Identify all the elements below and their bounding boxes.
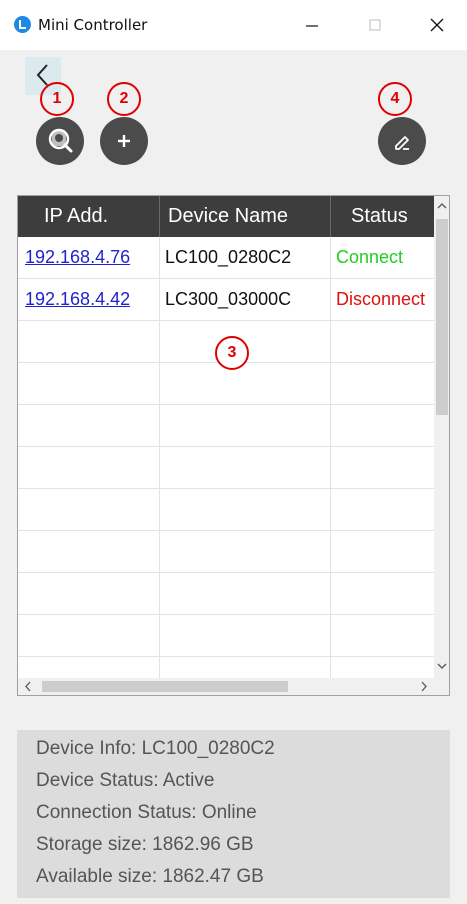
available-size-text: Available size: 1862.47 GB <box>36 866 264 887</box>
minimize-icon <box>306 25 318 27</box>
device-status-text: Device Status: Active <box>36 770 215 791</box>
status-cell: Disconnect <box>336 289 426 309</box>
app-logo-icon <box>14 16 31 33</box>
title-bar: Mini Controller <box>0 0 467 50</box>
column-line <box>159 237 160 678</box>
connection-status-text: Connection Status: Online <box>36 802 257 823</box>
device-name-cell: LC100_0280C2 <box>165 247 292 267</box>
scroll-up-icon[interactable] <box>434 198 450 214</box>
ip-link[interactable]: 192.168.4.76 <box>25 237 159 278</box>
empty-table-row[interactable] <box>18 405 435 447</box>
device-grid: IP Add. Device Name Status 192.168.4.76 … <box>18 196 435 678</box>
window-title: Mini Controller <box>38 16 148 34</box>
scroll-down-icon[interactable] <box>434 658 450 674</box>
annotation-badge-1: 1 <box>40 82 74 116</box>
edit-button[interactable] <box>378 117 426 165</box>
maximize-icon <box>369 19 381 31</box>
close-icon <box>430 18 444 32</box>
vertical-scroll-thumb[interactable] <box>436 219 448 415</box>
status-cell: Connect <box>336 247 404 267</box>
empty-table-row[interactable] <box>18 489 435 531</box>
device-name-cell: LC300_03000C <box>165 289 292 309</box>
close-button[interactable] <box>414 0 460 50</box>
pencil-icon <box>395 136 409 150</box>
add-device-button[interactable] <box>100 117 148 165</box>
plus-icon <box>118 135 130 147</box>
minimize-button[interactable] <box>289 0 335 50</box>
empty-table-row[interactable] <box>18 573 435 615</box>
scroll-left-icon[interactable] <box>20 678 36 695</box>
scrollbar-corner <box>434 678 449 695</box>
vertical-scrollbar[interactable] <box>434 196 450 678</box>
column-header-status[interactable]: Status <box>331 196 435 237</box>
device-info-panel: Device Info: LC100_0280C2 Device Status:… <box>17 730 450 898</box>
maximize-button[interactable] <box>352 0 398 50</box>
ip-link[interactable]: 192.168.4.42 <box>25 279 159 320</box>
annotation-badge-4: 4 <box>378 82 412 116</box>
search-device-button[interactable] <box>36 117 84 165</box>
horizontal-scroll-thumb[interactable] <box>42 681 288 692</box>
empty-table-row[interactable] <box>18 531 435 573</box>
device-info-text: Device Info: LC100_0280C2 <box>36 738 275 759</box>
scroll-right-icon[interactable] <box>416 678 432 695</box>
column-header-device-name[interactable]: Device Name <box>160 196 330 237</box>
annotation-badge-2: 2 <box>107 82 141 116</box>
table-row[interactable]: 192.168.4.76 LC100_0280C2 Connect <box>18 237 435 279</box>
empty-table-row[interactable] <box>18 447 435 489</box>
column-header-ip[interactable]: IP Add. <box>18 196 159 237</box>
annotation-badge-3: 3 <box>215 336 249 370</box>
device-table[interactable]: IP Add. Device Name Status 192.168.4.76 … <box>17 195 450 696</box>
column-line <box>330 237 331 678</box>
empty-table-row[interactable] <box>18 615 435 657</box>
table-row[interactable]: 192.168.4.42 LC300_03000C Disconnect <box>18 279 435 321</box>
storage-size-text: Storage size: 1862.96 GB <box>36 834 254 855</box>
table-header: IP Add. Device Name Status <box>18 196 435 237</box>
empty-table-row[interactable] <box>18 657 435 678</box>
search-device-icon <box>48 128 73 153</box>
horizontal-scrollbar[interactable] <box>18 678 434 695</box>
